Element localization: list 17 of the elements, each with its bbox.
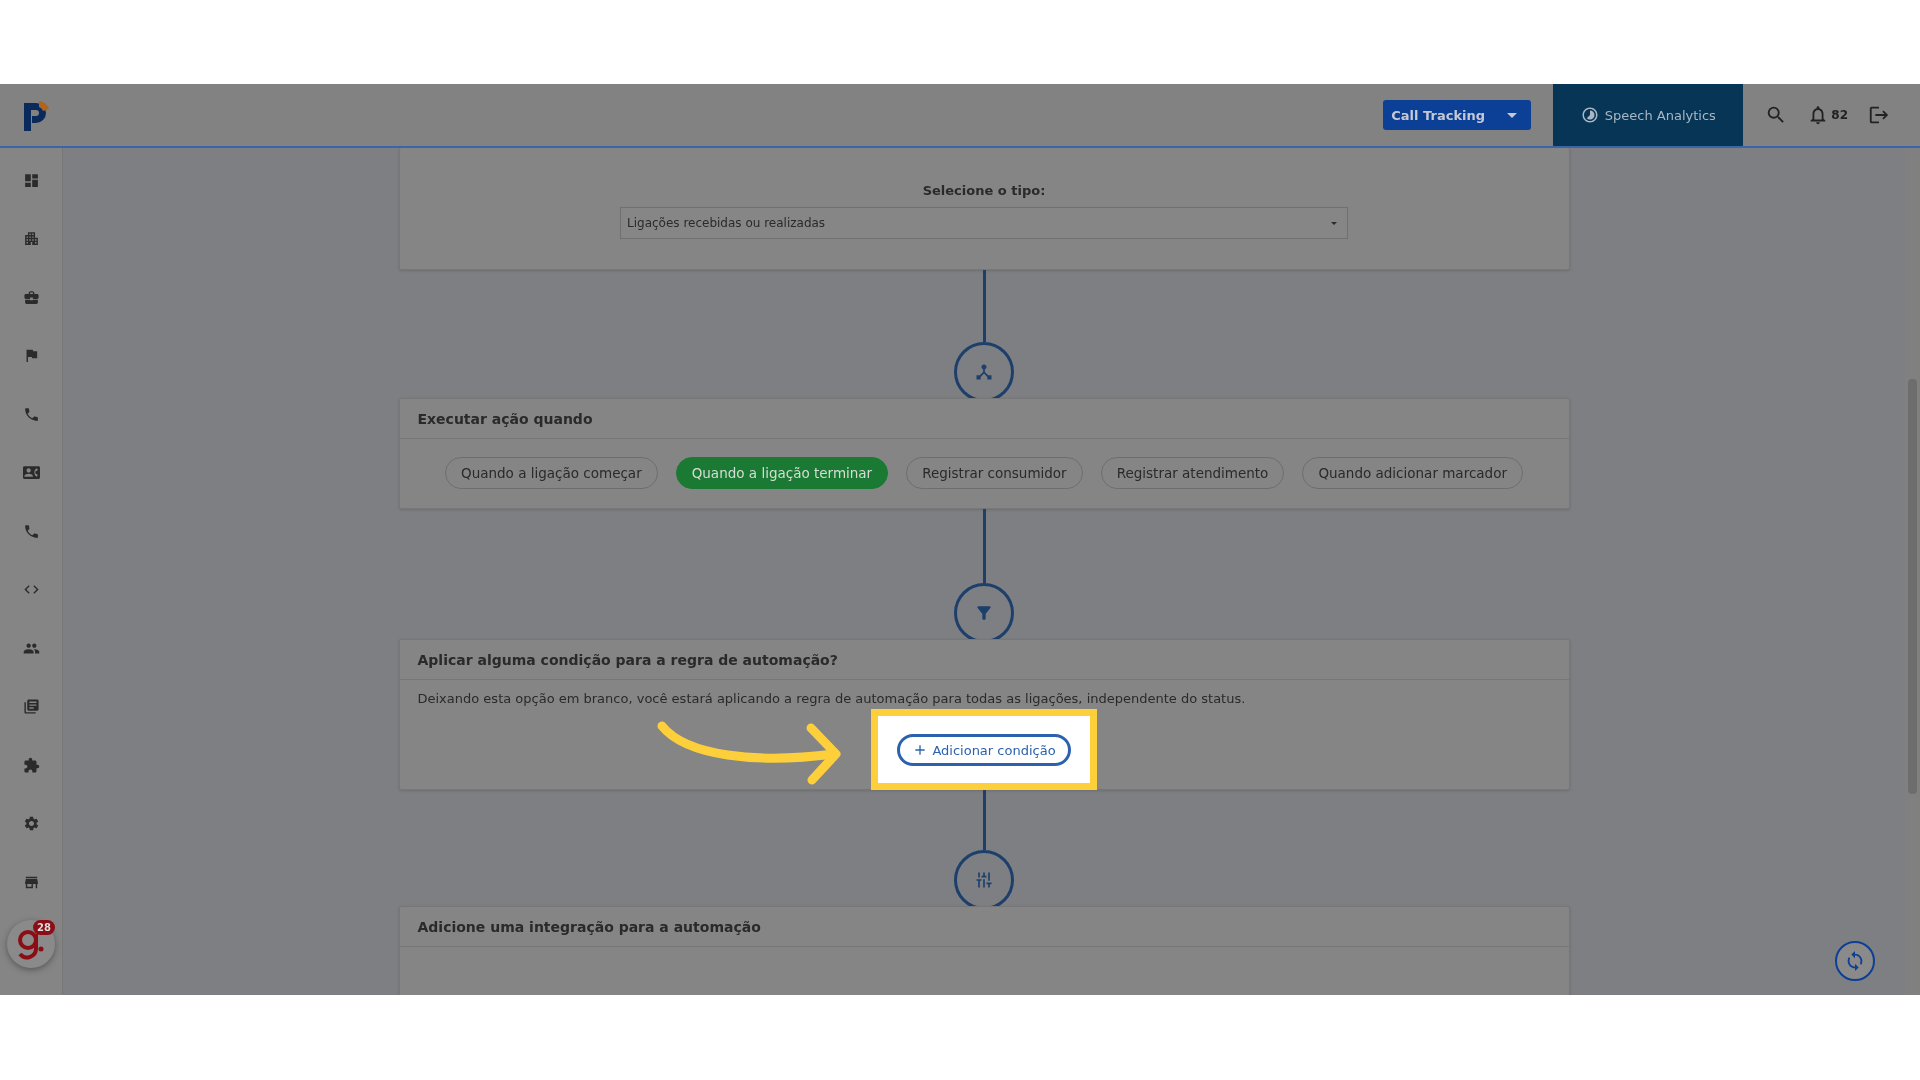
caret-icon [1507, 112, 1518, 118]
condition-description: Deixando esta opção em branco, você estará aplicando a regra de automação para todas as ligações, independente do status. [417, 691, 1246, 706]
type-select[interactable]: Ligações recebidas ou realizadas [620, 207, 1348, 239]
assistant-avatar[interactable]: 28 [7, 919, 55, 968]
card-title: Aplicar alguma condição para a regra de automação? [399, 640, 1569, 680]
card-title: Adicione uma integração para a automação [399, 907, 1569, 947]
trigger-option[interactable]: Quando a ligação terminar [675, 457, 889, 489]
notifications-button[interactable]: 82 [1797, 84, 1858, 146]
product-dropdown[interactable]: Call Tracking [1383, 100, 1532, 130]
caret-icon [1331, 221, 1337, 225]
add-condition-button[interactable]: Adicionar condição [897, 734, 1071, 766]
chat-widget-button[interactable] [1835, 941, 1875, 981]
notification-badge: 28 [33, 919, 55, 935]
type-label: Selecione o tipo: [922, 183, 1046, 198]
gauge-icon [1580, 106, 1599, 124]
card-title: Executar ação quando [399, 399, 1569, 439]
speech-analytics-tab[interactable]: Speech Analytics [1553, 84, 1744, 146]
